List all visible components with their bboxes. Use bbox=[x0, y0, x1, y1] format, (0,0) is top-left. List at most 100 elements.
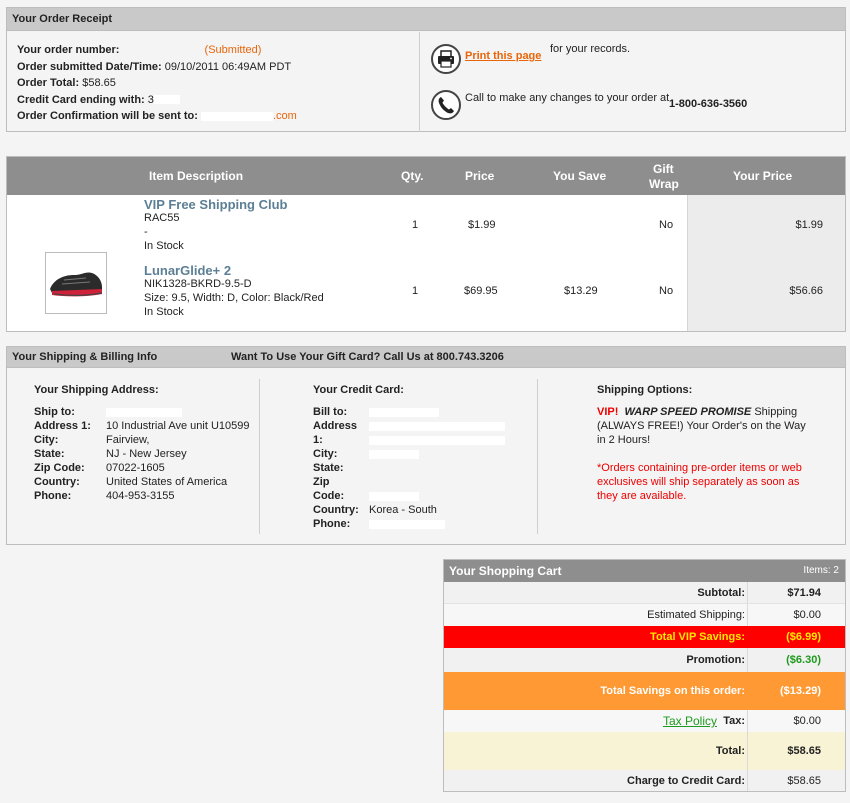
vip-label: VIP! bbox=[597, 406, 619, 418]
phone-icon bbox=[431, 90, 461, 120]
vip-savings-value: ($6.99) bbox=[786, 631, 821, 643]
item-you-save: $13.29 bbox=[564, 285, 598, 297]
estimated-shipping-label: Estimated Shipping: bbox=[647, 609, 745, 621]
country-value: United States of America bbox=[106, 476, 228, 488]
col-qty: Qty. bbox=[401, 169, 424, 183]
order-total-value: $58.65 bbox=[82, 77, 116, 89]
item-qty: 1 bbox=[412, 219, 419, 231]
col-item-description: Item Description bbox=[149, 169, 244, 183]
cart-row-subtotal: Subtotal: $71.94 bbox=[444, 582, 845, 604]
state-label: State: bbox=[34, 448, 65, 460]
estimated-shipping-value: $0.00 bbox=[793, 609, 821, 621]
charge-value: $58.65 bbox=[787, 775, 821, 787]
phone-number: 1-800-636-3560 bbox=[669, 98, 748, 110]
item-your-price: $56.66 bbox=[789, 285, 823, 297]
shipping-options-section: Shipping Options: VIP! WARP SPEED PROMIS… bbox=[543, 369, 845, 545]
col-you-save: You Save bbox=[553, 169, 607, 183]
state-value: NJ - New Jersey bbox=[106, 448, 187, 460]
subtotal-value: $71.94 bbox=[787, 587, 821, 599]
credit-card-label: Credit Card ending with: bbox=[17, 93, 145, 106]
order-receipt-panel: Your Order Receipt Your order number: (S… bbox=[6, 7, 846, 132]
vip-savings-label: Total VIP Savings: bbox=[650, 631, 745, 643]
charge-label: Charge to Credit Card: bbox=[627, 775, 745, 787]
credit-card-section: Your Credit Card: Bill to: Address 1: Ci… bbox=[265, 369, 537, 545]
card-city-label: City: bbox=[313, 448, 338, 460]
promotion-value: ($6.30) bbox=[786, 654, 821, 666]
total-savings-label: Total Savings on this order: bbox=[600, 685, 745, 697]
your-price-column bbox=[687, 195, 845, 331]
promotion-label: Promotion: bbox=[686, 654, 745, 666]
item-name-link[interactable]: VIP Free Shipping Club bbox=[144, 197, 288, 212]
item-stock: In Stock bbox=[144, 306, 184, 318]
call-text: Call to make any changes to your order a… bbox=[465, 92, 670, 104]
item-price: $1.99 bbox=[468, 219, 496, 231]
printer-icon[interactable] bbox=[431, 44, 461, 74]
column-divider bbox=[259, 379, 260, 534]
item-gift-wrap: No bbox=[659, 219, 674, 231]
col-gift-wrap-2: Wrap bbox=[649, 177, 679, 191]
preorder-note-line-3: they are available. bbox=[597, 490, 687, 502]
card-address-label: Address bbox=[313, 420, 358, 432]
warp-line-3: in 2 Hours! bbox=[597, 434, 651, 446]
confirmation-label: Order Confirmation will be sent to: bbox=[17, 110, 198, 122]
country-label: Country: bbox=[34, 476, 80, 488]
item-sku: NIK1328-BKRD-9.5-D bbox=[144, 278, 252, 290]
shopping-cart-header: Your Shopping Cart Items: 2 bbox=[444, 560, 845, 582]
shipping-billing-header: Your Shipping & Billing Info Want To Use… bbox=[7, 347, 845, 368]
shipping-address-heading: Your Shipping Address: bbox=[34, 384, 159, 396]
shipping-billing-panel: Your Shipping & Billing Info Want To Use… bbox=[6, 346, 846, 545]
print-suffix: for your records. bbox=[550, 43, 631, 55]
cart-row-charge: Charge to Credit Card: $58.65 bbox=[444, 770, 845, 791]
total-value: $58.65 bbox=[787, 745, 821, 757]
submitted-label: Order submitted Date/Time: bbox=[17, 60, 162, 73]
receipt-divider bbox=[419, 32, 420, 132]
order-receipt-title: Your Order Receipt bbox=[7, 8, 845, 31]
product-image-shoe[interactable] bbox=[45, 252, 107, 314]
shipping-address-section: Your Shipping Address: Ship to: Address … bbox=[7, 369, 267, 545]
cart-row-total: Total: $58.65 bbox=[444, 732, 845, 770]
items-table-header: Item Description Qty. Price You Save Gif… bbox=[7, 157, 845, 195]
tax-label: Tax: bbox=[723, 715, 745, 727]
card-phone-label: Phone: bbox=[313, 518, 351, 530]
total-label: Total: bbox=[715, 745, 745, 757]
card-country-value: Korea - South bbox=[369, 504, 437, 516]
warp-line-2: (ALWAYS FREE!) Your Order's on the Way bbox=[597, 420, 806, 432]
card-zip-label: Zip bbox=[313, 476, 330, 488]
item-sku: RAC55 bbox=[144, 212, 180, 224]
col-gift-wrap-1: Gift bbox=[653, 162, 674, 176]
order-total-label: Order Total: bbox=[17, 77, 80, 89]
ship-to-label: Ship to: bbox=[34, 406, 75, 418]
print-this-page-link[interactable]: Print this page bbox=[465, 50, 541, 62]
card-address-label-2: 1: bbox=[313, 434, 323, 446]
cart-row-total-savings: Total Savings on this order: ($13.29) bbox=[444, 672, 845, 710]
shopping-cart-panel: Your Shopping Cart Items: 2 Subtotal: $7… bbox=[443, 559, 846, 792]
tax-policy-link[interactable]: Tax Policy bbox=[663, 714, 717, 728]
confirmation-email: .com bbox=[272, 110, 297, 122]
warp-speed-label: WARP SPEED PROMISE bbox=[624, 406, 752, 418]
credit-card-heading: Your Credit Card: bbox=[313, 384, 404, 396]
card-country-label: Country: bbox=[313, 504, 359, 516]
item-detail: Size: 9.5, Width: D, Color: Black/Red bbox=[144, 292, 324, 304]
cart-items-count: Items: 2 bbox=[803, 565, 839, 576]
bill-to-label: Bill to: bbox=[313, 406, 348, 418]
cart-row-shipping: Estimated Shipping: $0.00 bbox=[444, 604, 845, 626]
item-stock: In Stock bbox=[144, 240, 184, 252]
cart-row-vip-savings: Total VIP Savings: ($6.99) bbox=[444, 626, 845, 648]
col-price: Price bbox=[465, 169, 495, 183]
address1-value: 10 Industrial Ave unit U10599 bbox=[106, 420, 250, 432]
order-items-table: Item Description Qty. Price You Save Gif… bbox=[6, 156, 846, 332]
cart-row-promotion: Promotion: ($6.30) bbox=[444, 648, 845, 672]
item-name-link[interactable]: LunarGlide+ 2 bbox=[144, 263, 231, 278]
order-number-value: (Submitted) bbox=[204, 44, 262, 56]
card-zip-label-2: Code: bbox=[313, 490, 345, 502]
phone-value: 404-953-3155 bbox=[106, 490, 175, 502]
column-divider bbox=[537, 379, 538, 534]
shipping-word: Shipping bbox=[754, 406, 798, 418]
gift-card-notice: Want To Use Your Gift Card? Call Us at 8… bbox=[231, 351, 504, 363]
phone-label: Phone: bbox=[34, 490, 72, 502]
item-your-price: $1.99 bbox=[795, 219, 823, 231]
tax-value: $0.00 bbox=[793, 715, 821, 727]
shopping-cart-title: Your Shopping Cart bbox=[449, 564, 562, 578]
subtotal-label: Subtotal: bbox=[697, 587, 745, 599]
city-value: Fairview, bbox=[106, 434, 150, 446]
